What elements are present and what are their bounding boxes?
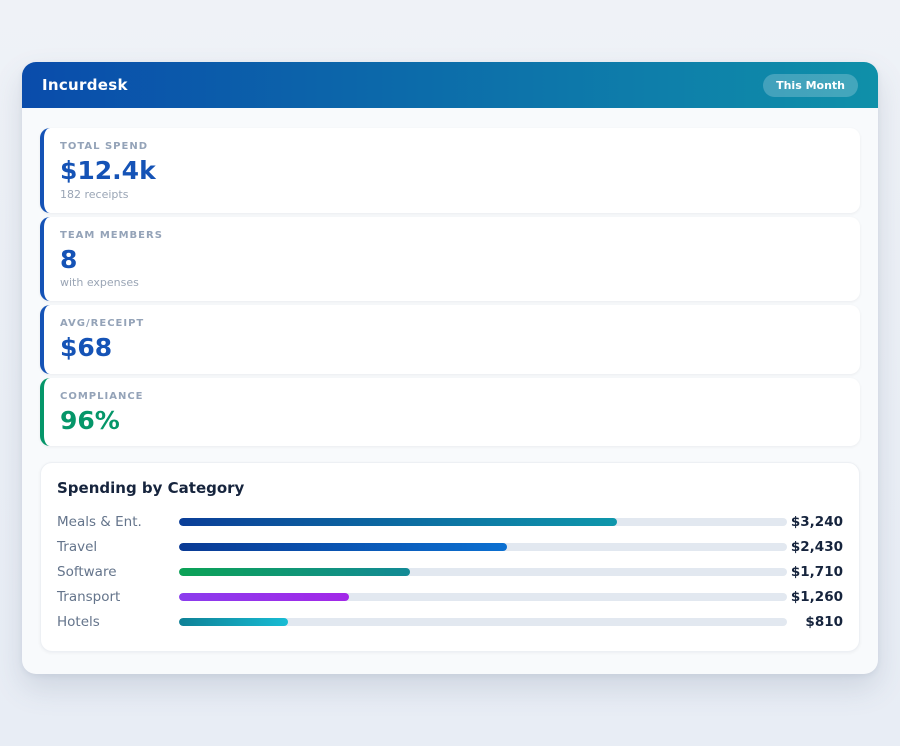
category-value: $3,240 bbox=[787, 514, 843, 530]
spending-by-category-panel: Spending by Category Meals & Ent. $3,240… bbox=[40, 462, 860, 652]
chart-row-transport: Transport $1,260 bbox=[57, 584, 843, 609]
stat-card-compliance: COMPLIANCE 96% bbox=[40, 378, 860, 447]
stat-card-team-members: TEAM MEMBERS 8 with expenses bbox=[40, 217, 860, 302]
bar-transport bbox=[179, 593, 349, 601]
category-label: Travel bbox=[57, 539, 179, 555]
bar-hotels bbox=[179, 618, 288, 626]
stat-value: $68 bbox=[60, 334, 844, 362]
category-label: Software bbox=[57, 564, 179, 580]
category-value: $810 bbox=[787, 614, 843, 630]
stat-label: COMPLIANCE bbox=[60, 391, 844, 402]
bar-track bbox=[179, 618, 787, 626]
stat-card-avg-receipt: AVG/RECEIPT $68 bbox=[40, 305, 860, 374]
category-value: $1,710 bbox=[787, 564, 843, 580]
chart-row-software: Software $1,710 bbox=[57, 559, 843, 584]
expense-dashboard-card: Incurdesk This Month TOTAL SPEND $12.4k … bbox=[22, 62, 878, 674]
period-badge[interactable]: This Month bbox=[763, 74, 858, 97]
bar-track bbox=[179, 518, 787, 526]
bar-software bbox=[179, 568, 410, 576]
category-value: $2,430 bbox=[787, 539, 843, 555]
stat-sublabel: 182 receipts bbox=[60, 188, 844, 201]
category-label: Transport bbox=[57, 589, 179, 605]
stat-value: $12.4k bbox=[60, 157, 844, 185]
bar-track bbox=[179, 568, 787, 576]
chart-row-meals: Meals & Ent. $3,240 bbox=[57, 509, 843, 534]
stat-label: TEAM MEMBERS bbox=[60, 230, 844, 241]
category-value: $1,260 bbox=[787, 589, 843, 605]
stat-card-total-spend: TOTAL SPEND $12.4k 182 receipts bbox=[40, 128, 860, 213]
app-header: Incurdesk This Month bbox=[22, 62, 878, 108]
category-label: Hotels bbox=[57, 614, 179, 630]
dashboard-content: TOTAL SPEND $12.4k 182 receipts TEAM MEM… bbox=[22, 108, 878, 652]
app-title: Incurdesk bbox=[42, 76, 128, 94]
bar-track bbox=[179, 593, 787, 601]
stat-sublabel: with expenses bbox=[60, 276, 844, 289]
bar-meals bbox=[179, 518, 617, 526]
chart-title: Spending by Category bbox=[57, 479, 843, 497]
category-label: Meals & Ent. bbox=[57, 514, 179, 530]
stat-label: AVG/RECEIPT bbox=[60, 318, 844, 329]
stat-label: TOTAL SPEND bbox=[60, 141, 844, 152]
stat-value: 96% bbox=[60, 407, 844, 435]
stat-value: 8 bbox=[60, 246, 844, 274]
bar-travel bbox=[179, 543, 507, 551]
chart-row-travel: Travel $2,430 bbox=[57, 534, 843, 559]
bar-track bbox=[179, 543, 787, 551]
chart-row-hotels: Hotels $810 bbox=[57, 609, 843, 634]
